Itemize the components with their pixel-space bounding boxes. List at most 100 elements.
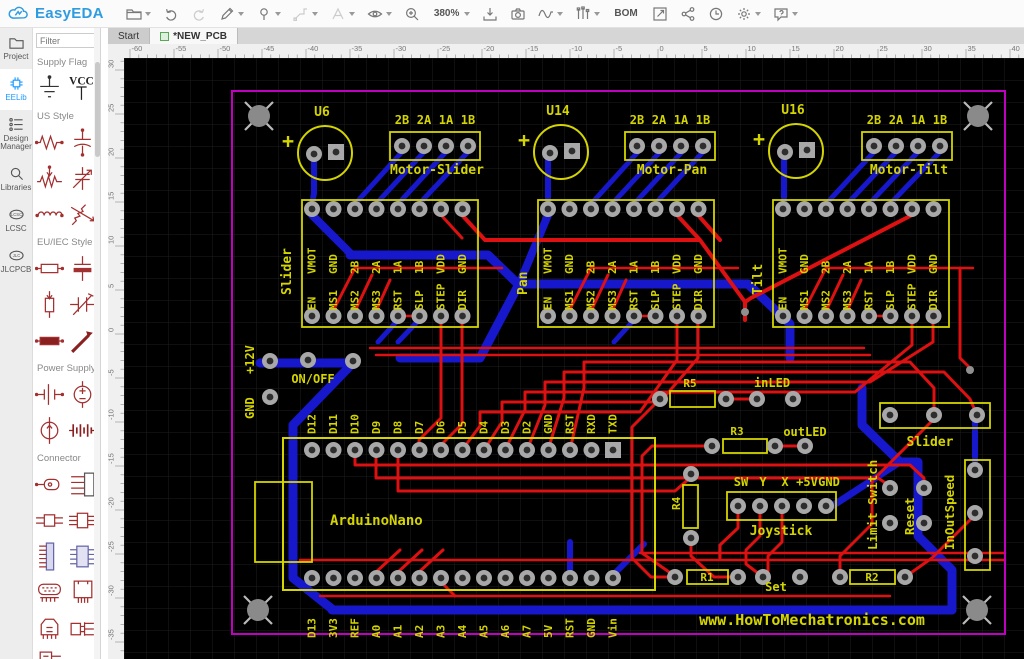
- svg-text:D4: D4: [478, 420, 491, 434]
- eye-icon-button[interactable]: [363, 2, 396, 26]
- svg-text:2B: 2B: [630, 113, 644, 127]
- svg-text:ON/OFF: ON/OFF: [291, 372, 334, 386]
- resistor-filled-eu-icon: [35, 336, 64, 345]
- svg-text:Motor-Pan: Motor-Pan: [637, 163, 707, 178]
- symbol-resistor-us[interactable]: [33, 124, 66, 160]
- caret-down-icon: [348, 11, 355, 16]
- svg-text:D11: D11: [327, 414, 340, 434]
- section-title: Power Supply: [37, 363, 96, 374]
- sidebar-tab-eelib[interactable]: EELib: [0, 68, 32, 110]
- svg-text:DIR: DIR: [927, 290, 940, 310]
- wire-route-icon-button[interactable]: [289, 2, 322, 26]
- resistor-eu-icon: [35, 263, 64, 273]
- sidebar-tab-libraries[interactable]: Libraries: [0, 159, 32, 200]
- zoom-in-icon-button[interactable]: [400, 2, 424, 26]
- filter-input[interactable]: [36, 33, 96, 48]
- waveform-icon-button[interactable]: [534, 2, 567, 26]
- svg-text:5: 5: [108, 284, 116, 288]
- zoom-level-button[interactable]: 380%: [428, 2, 475, 26]
- symbol-battery[interactable]: [33, 376, 66, 412]
- symbol-potentiometer-eu[interactable]: [33, 286, 66, 322]
- svg-text:+: +: [282, 129, 294, 153]
- svg-text:15: 15: [792, 44, 800, 53]
- settings-gear-icon-button[interactable]: [732, 2, 765, 26]
- symbol-potentiometer-us[interactable]: [33, 160, 66, 196]
- panel-scrollbar[interactable]: [94, 28, 100, 659]
- symbol-pin-strip[interactable]: [33, 538, 66, 574]
- design-rule-icon-button[interactable]: [571, 2, 604, 26]
- share-icon-button[interactable]: [676, 2, 700, 26]
- symbol-terminal-block-a[interactable]: [33, 502, 66, 538]
- svg-text:VMOT: VMOT: [542, 247, 555, 274]
- svg-text:2B: 2B: [820, 260, 833, 274]
- svg-text:DIR: DIR: [456, 290, 469, 310]
- panel-scrollbar-thumb[interactable]: [94, 62, 100, 157]
- camera-icon-button[interactable]: [506, 2, 530, 26]
- svg-text:A5: A5: [478, 625, 491, 638]
- svg-text:-15: -15: [528, 44, 539, 53]
- symbol-d-sub[interactable]: [33, 574, 66, 610]
- svg-text:Motor-Tilt: Motor-Tilt: [870, 163, 948, 178]
- undo-icon-button[interactable]: [159, 2, 183, 26]
- section-title: EU/IEC Style: [37, 237, 93, 248]
- symbol-inductor-us[interactable]: [33, 196, 66, 232]
- redo-icon-button[interactable]: [187, 2, 211, 26]
- caret-down-icon: [385, 11, 392, 16]
- symbol-gnd-flag[interactable]: [33, 70, 66, 106]
- svg-text:-45: -45: [264, 44, 275, 53]
- caret-down-icon: [594, 11, 601, 16]
- import-icon-button[interactable]: [478, 2, 502, 26]
- history-icon-button[interactable]: [704, 2, 728, 26]
- svg-text:TXD: TXD: [607, 414, 620, 434]
- svg-text:-30: -30: [108, 585, 116, 596]
- pencil-icon-button[interactable]: [215, 2, 248, 26]
- symbol-current-source[interactable]: [33, 412, 66, 448]
- svg-text:2A: 2A: [370, 260, 383, 274]
- left-tab-strip: Project EELib Design Manager Libraries LCSC L…: [0, 28, 33, 659]
- easyeda-logo[interactable]: EasyEDA: [8, 5, 104, 22]
- text-tool-icon-button[interactable]: [326, 2, 359, 26]
- svg-text:GND: GND: [585, 618, 598, 638]
- svg-text:-20: -20: [484, 44, 495, 53]
- bom-button[interactable]: BOM: [608, 2, 643, 26]
- svg-text:1B: 1B: [461, 113, 475, 127]
- potentiometer-eu-icon: [44, 290, 55, 318]
- sidebar-tab-design-manager[interactable]: Design Manager: [0, 110, 32, 160]
- text-tool-icon: [332, 7, 344, 19]
- export-chart-icon-button[interactable]: [648, 2, 672, 26]
- libraries-icon: [10, 168, 23, 181]
- svg-text:-20: -20: [108, 497, 116, 508]
- svg-text:D13: D13: [306, 618, 319, 638]
- svg-text:1A: 1A: [911, 113, 926, 127]
- symbol-plug-2pin[interactable]: [33, 466, 66, 502]
- svg-text:2A: 2A: [606, 260, 619, 274]
- symbol-usb-b[interactable]: [33, 610, 66, 646]
- svg-text:VDD: VDD: [671, 254, 684, 274]
- tab-start[interactable]: Start: [108, 28, 151, 44]
- terminal-block-b-icon: [69, 512, 96, 528]
- varistor-eu-icon: [71, 330, 93, 353]
- sidebar-tab-project[interactable]: Project: [0, 28, 32, 69]
- symbol-usb-a[interactable]: USB: [33, 646, 66, 659]
- sidebar-tab-jlcpcb[interactable]: JLC JLCPCB: [0, 241, 32, 282]
- svg-text:-25: -25: [440, 44, 451, 53]
- caret-down-icon: [791, 11, 798, 16]
- sidebar-tab-lcsc[interactable]: LCSC LCSC: [0, 200, 32, 241]
- symbol-resistor-filled-eu[interactable]: [33, 322, 66, 358]
- location-pin-icon-button[interactable]: [252, 2, 285, 26]
- eelib-icon: [9, 77, 23, 90]
- redo-icon: [193, 8, 204, 21]
- share-icon: [681, 6, 695, 21]
- svg-text:GND: GND: [692, 254, 705, 274]
- svg-text:RXD: RXD: [585, 414, 598, 434]
- usb-b-icon: [40, 618, 59, 639]
- symbol-resistor-eu[interactable]: [33, 250, 66, 286]
- vcc-flag-icon: VCC: [69, 75, 94, 100]
- file-menu-icon-button[interactable]: [122, 2, 155, 26]
- svg-text:Y: Y: [759, 475, 767, 489]
- inductor-us-icon: [35, 210, 64, 217]
- pcb-canvas[interactable]: VMOT EN GND MS1 2B MS2 2A MS3 1A RST 1B SLP VDD STEP G…: [124, 58, 1024, 659]
- tab-new-pcb[interactable]: *NEW_PCB: [150, 28, 239, 44]
- svg-text:1B: 1B: [649, 260, 662, 274]
- help-icon-button[interactable]: [769, 2, 802, 26]
